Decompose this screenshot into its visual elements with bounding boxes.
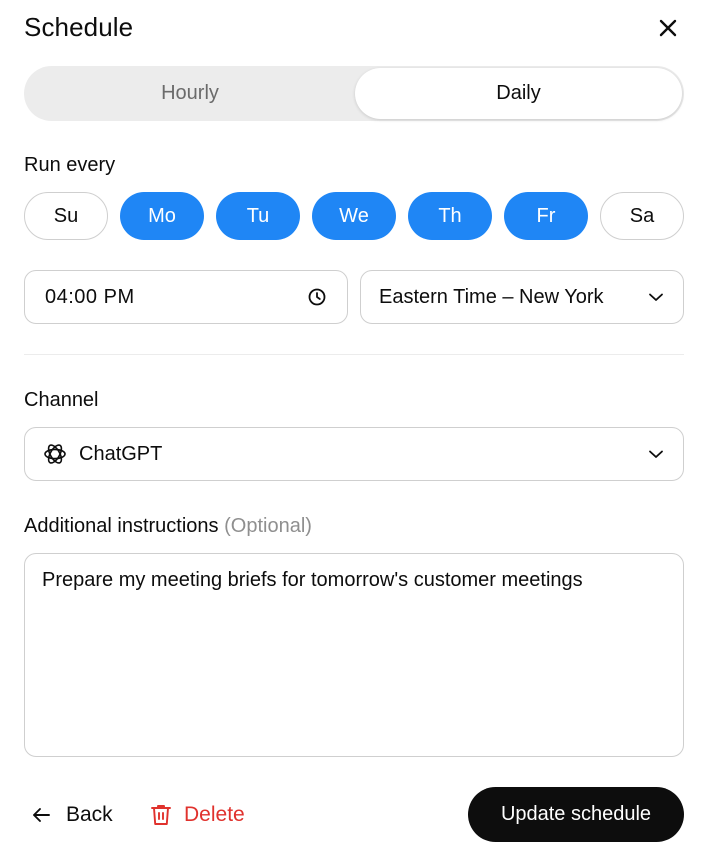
- channel-value: ChatGPT: [79, 442, 163, 465]
- time-value: 04:00 PM: [45, 285, 135, 308]
- day-tuesday[interactable]: Tu: [216, 192, 300, 240]
- channel-label: Channel: [24, 389, 99, 411]
- day-thursday[interactable]: Th: [408, 192, 492, 240]
- chevron-down-icon: [649, 450, 663, 458]
- close-icon: [659, 19, 677, 37]
- trash-icon: [150, 803, 172, 827]
- delete-label: Delete: [184, 803, 245, 826]
- instructions-label-text: Additional instructions: [24, 515, 219, 537]
- close-button[interactable]: [652, 12, 684, 44]
- tab-daily[interactable]: Daily: [355, 68, 682, 119]
- run-every-label: Run every: [24, 154, 116, 176]
- header: Schedule: [24, 0, 688, 56]
- day-monday[interactable]: Mo: [120, 192, 204, 240]
- instructions-label: Additional instructions (Optional): [24, 515, 312, 538]
- day-wednesday[interactable]: We: [312, 192, 396, 240]
- instructions-textarea[interactable]: Prepare my meeting briefs for tomorrow's…: [24, 553, 684, 757]
- timezone-select[interactable]: Eastern Time – New York: [360, 270, 684, 324]
- chevron-down-icon: [649, 293, 663, 301]
- arrow-left-icon: [30, 804, 52, 826]
- back-button[interactable]: Back: [30, 800, 113, 830]
- time-input[interactable]: 04:00 PM: [24, 270, 348, 324]
- back-label: Back: [66, 803, 113, 826]
- optional-hint: (Optional): [224, 515, 312, 537]
- day-sunday[interactable]: Su: [24, 192, 108, 240]
- day-saturday[interactable]: Sa: [600, 192, 684, 240]
- chatgpt-logo-icon: [41, 440, 69, 468]
- frequency-toggle: Hourly Daily: [24, 66, 684, 121]
- delete-button[interactable]: Delete: [150, 800, 245, 830]
- clock-icon[interactable]: [307, 287, 327, 307]
- section-divider: [24, 354, 684, 355]
- update-schedule-button[interactable]: Update schedule: [468, 787, 684, 842]
- timezone-value: Eastern Time – New York: [379, 285, 604, 308]
- day-friday[interactable]: Fr: [504, 192, 588, 240]
- page-title: Schedule: [24, 12, 134, 42]
- tab-hourly[interactable]: Hourly: [26, 68, 354, 119]
- channel-select[interactable]: ChatGPT: [24, 427, 684, 481]
- day-picker: Su Mo Tu We Th Fr Sa: [24, 192, 684, 240]
